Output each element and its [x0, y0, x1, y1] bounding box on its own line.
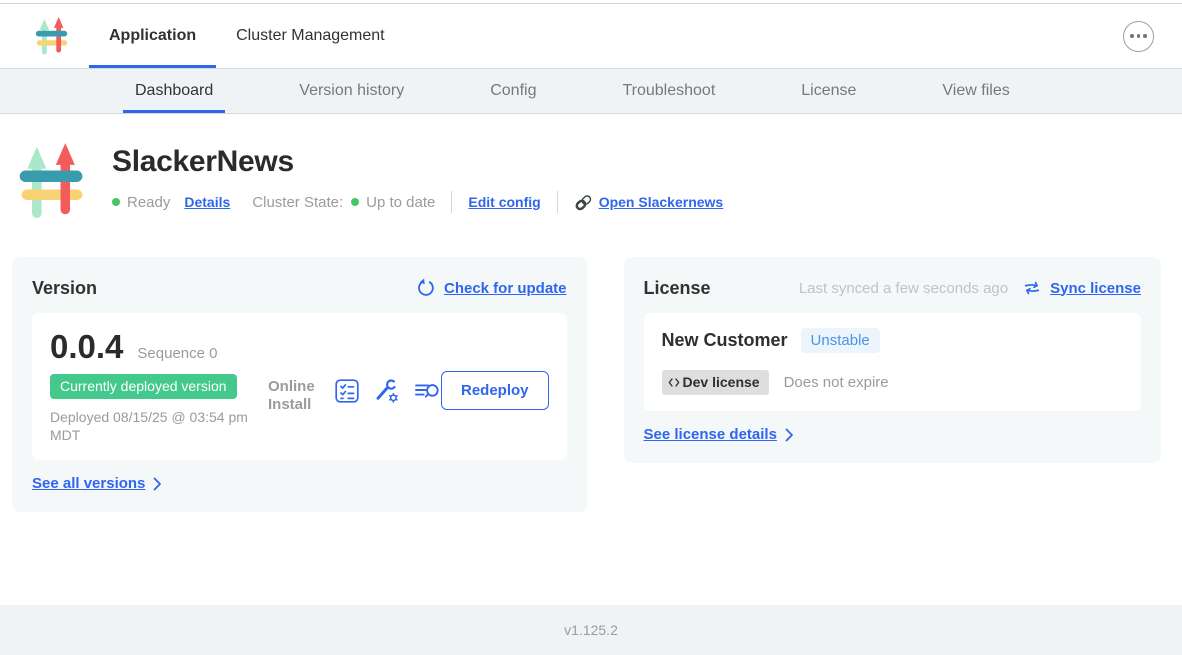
version-card: Version Check for update 0.0.4 Sequence …: [12, 257, 587, 512]
subnav-item-view-files[interactable]: View files: [930, 69, 1021, 113]
subnav-item-license[interactable]: License: [789, 69, 868, 113]
divider: [451, 191, 452, 213]
page-title: SlackerNews: [112, 145, 723, 179]
deployed-status-badge: Currently deployed version: [50, 374, 237, 399]
current-version-panel: 0.0.4 Sequence 0 Currently deployed vers…: [32, 313, 567, 460]
license-card-title: License: [644, 278, 711, 299]
subnav-item-version-history[interactable]: Version history: [287, 69, 416, 113]
app-logo-large-icon: [14, 139, 90, 223]
install-type-label: Online Install: [268, 378, 320, 414]
app-header: SlackerNews Ready Details Cluster State:…: [0, 114, 1182, 223]
cluster-state-label: Cluster State:: [252, 194, 343, 211]
app-status-dot-icon: [112, 198, 120, 206]
check-for-update-link[interactable]: Check for update: [444, 280, 567, 297]
tab-cluster-management[interactable]: Cluster Management: [216, 4, 405, 68]
sub-nav: Dashboard Version history Config Trouble…: [0, 69, 1182, 114]
code-icon: [668, 377, 680, 388]
ellipsis-icon: [1130, 34, 1134, 38]
see-license-details-link[interactable]: See license details: [644, 426, 794, 443]
app-status-text: Ready: [127, 194, 170, 211]
tab-cluster-management-label: Cluster Management: [236, 27, 385, 45]
license-expiration: Does not expire: [784, 374, 889, 391]
app-status-row: Ready Details Cluster State: Up to date …: [112, 191, 723, 213]
deployed-timestamp: Deployed 08/15/25 @ 03:54 pm MDT: [50, 408, 250, 444]
subnav-item-troubleshoot[interactable]: Troubleshoot: [610, 69, 727, 113]
top-nav: Application Cluster Management: [0, 4, 1182, 69]
last-synced-text: Last synced a few seconds ago: [799, 280, 1008, 297]
cluster-state-value: Up to date: [366, 194, 435, 211]
divider: [557, 191, 558, 213]
refresh-icon[interactable]: [416, 278, 436, 298]
sync-license-link[interactable]: Sync license: [1050, 280, 1141, 297]
subnav-item-dashboard[interactable]: Dashboard: [123, 69, 225, 113]
top-tabs: Application Cluster Management: [89, 4, 405, 68]
cluster-state-dot-icon: [351, 198, 359, 206]
details-link[interactable]: Details: [184, 194, 230, 210]
tab-application[interactable]: Application: [89, 4, 216, 68]
log-search-icon[interactable]: [413, 379, 441, 403]
sync-arrows-icon[interactable]: [1022, 279, 1042, 297]
app-logo-icon[interactable]: [33, 15, 71, 57]
subnav-item-config[interactable]: Config: [478, 69, 548, 113]
wrench-gear-icon[interactable]: [373, 378, 400, 404]
overflow-menu-button[interactable]: [1123, 21, 1154, 52]
preflight-checklist-icon[interactable]: [334, 378, 360, 404]
license-panel: New Customer Unstable Dev license Does n…: [644, 313, 1141, 411]
chevron-right-icon: [785, 428, 794, 442]
version-number: 0.0.4: [50, 328, 123, 366]
chevron-right-icon: [153, 477, 162, 491]
license-card: License Last synced a few seconds ago Sy…: [624, 257, 1161, 463]
edit-config-link[interactable]: Edit config: [468, 194, 540, 210]
redeploy-button[interactable]: Redeploy: [441, 371, 549, 410]
channel-badge: Unstable: [801, 328, 880, 353]
link-chain-icon: [574, 193, 593, 212]
version-card-title: Version: [32, 278, 97, 299]
console-version: v1.125.2: [564, 622, 618, 638]
sequence-label: Sequence 0: [137, 345, 217, 362]
customer-name: New Customer: [662, 330, 788, 351]
dashboard-main: SlackerNews Ready Details Cluster State:…: [0, 114, 1182, 512]
license-type-badge: Dev license: [662, 370, 769, 395]
open-app-link[interactable]: Open Slackernews: [599, 194, 724, 210]
see-all-versions-link[interactable]: See all versions: [32, 475, 162, 492]
footer: v1.125.2: [0, 605, 1182, 655]
tab-application-label: Application: [109, 27, 196, 45]
dashboard-cards: Version Check for update 0.0.4 Sequence …: [0, 257, 1182, 512]
kots-admin-console: Application Cluster Management Dashboard…: [0, 0, 1182, 655]
